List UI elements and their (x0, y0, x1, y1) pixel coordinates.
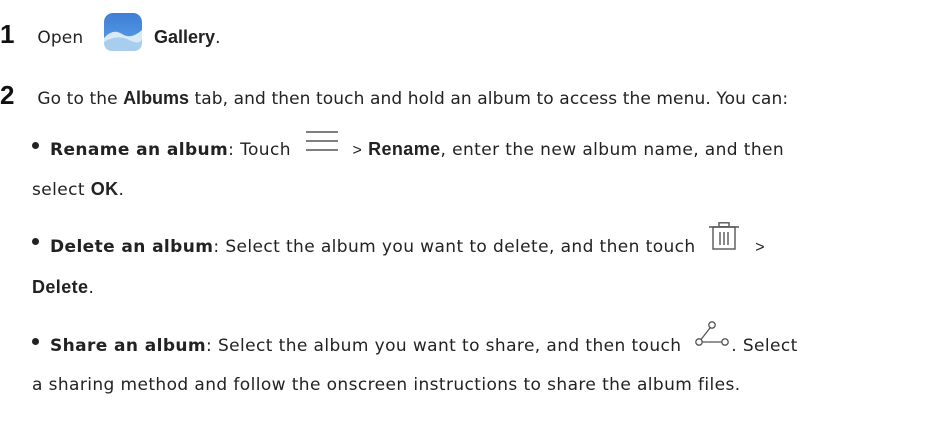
bullet-line2: Delete. (32, 277, 95, 298)
step-number: 2 (0, 80, 15, 110)
bullet-rename-album: Rename an album: Touch > Rename, enter t… (32, 130, 932, 209)
bullet-title: Share an album (50, 336, 207, 356)
trash-icon (709, 222, 740, 264)
bullet-dot (32, 142, 39, 149)
step-number: 1 (0, 19, 15, 49)
bullet-delete-album: Delete an album: Select the album you wa… (32, 222, 932, 307)
step-2: 2 Go to the Albums tab, and then touch a… (0, 80, 789, 110)
gallery-app-icon (103, 12, 143, 52)
step-1-text: Open (37, 28, 84, 48)
share-icon (695, 321, 730, 361)
bullet-title: Delete an album (50, 237, 214, 257)
menu-icon (305, 128, 339, 166)
bullet-line2: a sharing method and follow the onscreen… (32, 375, 741, 395)
step-1: 1 Open Gallery. (0, 13, 221, 58)
rename-action: Rename (368, 139, 441, 159)
gallery-app-name: Gallery (154, 27, 216, 47)
bullet-share-album: Share an album: Select the album you wan… (32, 321, 932, 404)
ok-label: OK (90, 179, 119, 199)
bullet-line2: select OK. (32, 179, 125, 200)
bullet-dot (32, 238, 39, 245)
bullet-title: Rename an album (50, 140, 229, 160)
bullet-dot (32, 338, 39, 345)
albums-tab-name: Albums (123, 88, 190, 108)
delete-label: Delete (32, 277, 89, 297)
